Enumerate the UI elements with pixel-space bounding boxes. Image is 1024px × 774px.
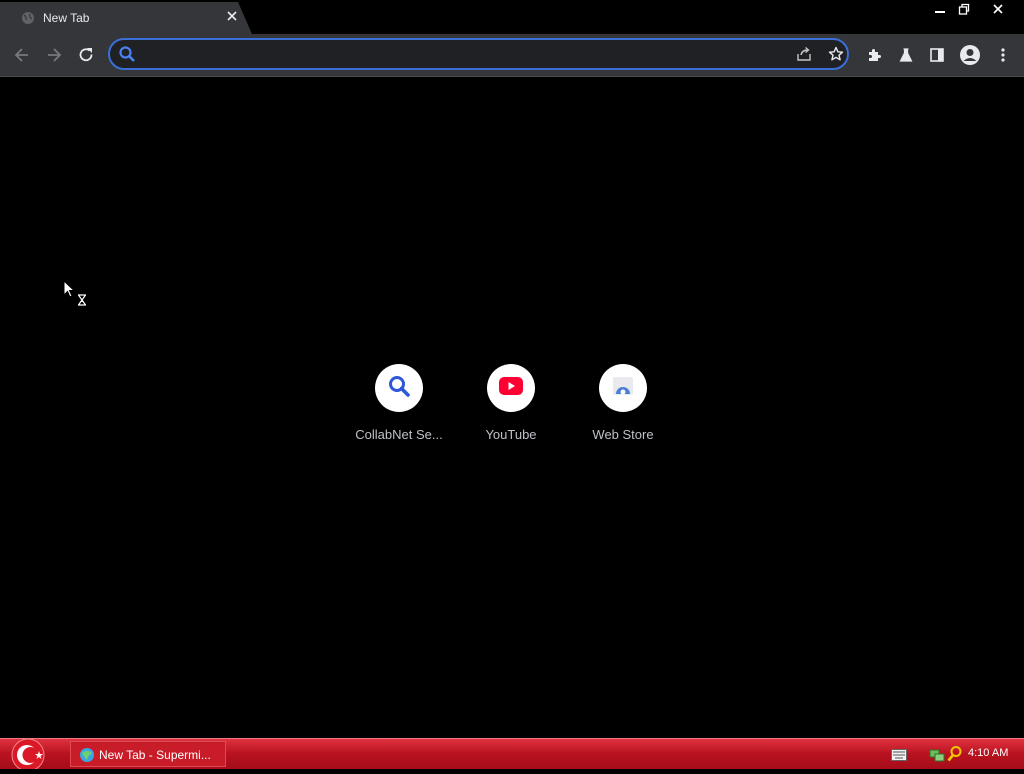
shortcut-circle	[375, 364, 423, 412]
shortcut-label: Web Store	[592, 427, 654, 442]
tab-title: New Tab	[43, 11, 90, 25]
taskbar-clock[interactable]: 4:10 AM	[968, 747, 1008, 759]
profile-icon[interactable]	[954, 39, 986, 71]
start-button[interactable]	[6, 738, 50, 772]
share-icon[interactable]	[791, 42, 817, 66]
minimize-icon[interactable]	[928, 1, 952, 17]
shortcut-collabnet[interactable]: CollabNet Se...	[349, 364, 449, 448]
globe-icon	[21, 11, 35, 25]
web-store-icon	[611, 375, 635, 402]
tab-close-icon[interactable]	[224, 8, 240, 24]
mouse-cursor-icon	[63, 279, 89, 310]
search-icon	[387, 374, 411, 403]
browser-toolbar	[0, 34, 1024, 77]
omnibox[interactable]	[108, 38, 849, 70]
side-panel-icon[interactable]	[921, 39, 953, 71]
back-arrow-icon[interactable]	[6, 39, 38, 71]
shortcut-circle	[487, 364, 535, 412]
reload-icon[interactable]	[70, 39, 102, 71]
labs-flask-icon[interactable]	[890, 39, 922, 71]
shortcut-circle	[599, 364, 647, 412]
star-icon[interactable]	[823, 42, 849, 66]
puzzle-icon[interactable]	[858, 39, 890, 71]
omnibox-input[interactable]	[142, 45, 786, 65]
network-icon[interactable]	[929, 746, 945, 762]
taskbar-item-browser[interactable]: New Tab - Supermi...	[70, 741, 226, 767]
youtube-icon	[499, 376, 523, 400]
restore-icon[interactable]	[952, 1, 976, 17]
shortcut-label: YouTube	[485, 427, 537, 442]
taskbar-item-label: New Tab - Supermi...	[99, 748, 211, 762]
forward-arrow-icon[interactable]	[38, 39, 70, 71]
search-icon[interactable]	[947, 745, 963, 763]
search-icon	[118, 45, 136, 63]
shortcut-web-store[interactable]: Web Store	[573, 364, 673, 448]
tab-strip: New Tab	[0, 0, 1024, 34]
shortcut-youtube[interactable]: YouTube	[461, 364, 561, 448]
menu-kebab-icon[interactable]	[987, 39, 1019, 71]
browser-app-icon	[79, 747, 95, 763]
keyboard-icon[interactable]	[891, 748, 907, 761]
tab-new-tab[interactable]: New Tab	[0, 2, 252, 34]
close-icon[interactable]	[984, 1, 1012, 17]
taskbar: New Tab - Supermi... 4:10 AM	[0, 738, 1024, 772]
shortcut-label: CollabNet Se...	[355, 427, 443, 442]
